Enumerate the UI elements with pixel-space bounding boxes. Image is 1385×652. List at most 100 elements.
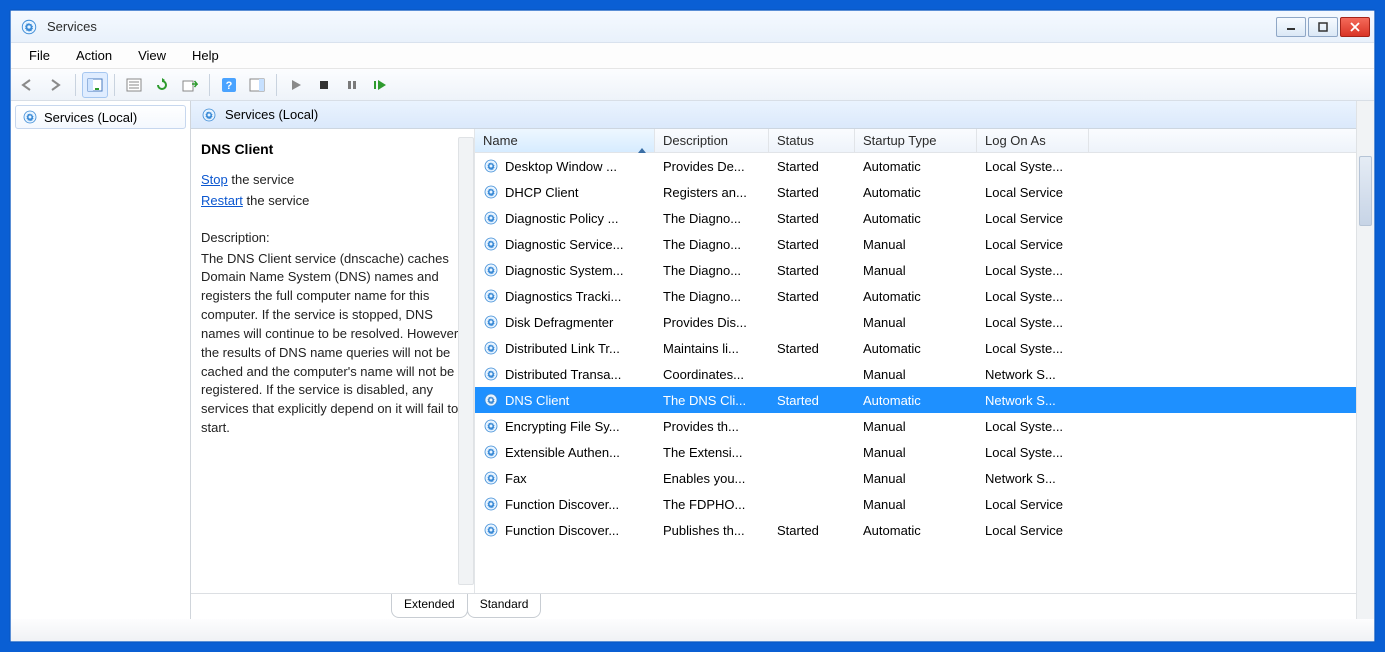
service-row[interactable]: Function Discover...Publishes th...Start… — [475, 517, 1356, 543]
service-name-cell: Diagnostic Service... — [505, 237, 624, 252]
column-label: Startup Type — [863, 133, 936, 148]
export-list-button[interactable] — [177, 72, 203, 98]
service-desc-cell: Provides Dis... — [655, 315, 769, 330]
service-row[interactable]: Diagnostics Tracki...The Diagno...Starte… — [475, 283, 1356, 309]
column-header-status[interactable]: Status — [769, 129, 855, 152]
service-startup-cell: Automatic — [855, 211, 977, 226]
service-logon-cell: Network S... — [977, 471, 1089, 486]
service-row[interactable]: Encrypting File Sy...Provides th...Manua… — [475, 413, 1356, 439]
service-startup-cell: Manual — [855, 419, 977, 434]
scrollbar-thumb[interactable] — [1359, 156, 1372, 226]
column-header-description[interactable]: Description — [655, 129, 769, 152]
detail-pane: DNS Client Stop the service Restart the … — [191, 129, 475, 593]
show-hide-tree-button[interactable] — [82, 72, 108, 98]
service-name-cell: Disk Defragmenter — [505, 315, 613, 330]
tab-extended[interactable]: Extended — [391, 594, 468, 618]
service-row[interactable]: Diagnostic Policy ...The Diagno...Starte… — [475, 205, 1356, 231]
tree-pane: Services (Local) — [11, 101, 191, 619]
forward-button[interactable] — [43, 72, 69, 98]
menu-bar: File Action View Help — [11, 43, 1374, 69]
service-startup-cell: Automatic — [855, 289, 977, 304]
restart-service-link[interactable]: Restart — [201, 193, 243, 208]
stop-service-button[interactable] — [311, 72, 337, 98]
toolbar: ? — [11, 69, 1374, 101]
column-header-name[interactable]: Name — [475, 129, 655, 152]
gear-icon — [483, 314, 499, 330]
service-name-cell: Desktop Window ... — [505, 159, 617, 174]
service-logon-cell: Local Service — [977, 497, 1089, 512]
service-startup-cell: Manual — [855, 445, 977, 460]
service-startup-cell: Automatic — [855, 185, 977, 200]
service-startup-cell: Automatic — [855, 159, 977, 174]
column-label: Description — [663, 133, 728, 148]
service-row[interactable]: Distributed Transa...Coordinates...Manua… — [475, 361, 1356, 387]
menu-action[interactable]: Action — [64, 46, 124, 65]
refresh-button[interactable] — [149, 72, 175, 98]
service-row[interactable]: DNS ClientThe DNS Cli...StartedAutomatic… — [475, 387, 1356, 413]
column-header-logon[interactable]: Log On As — [977, 129, 1089, 152]
service-status-cell: Started — [769, 263, 855, 278]
detail-scrollbar[interactable] — [458, 137, 474, 585]
service-startup-cell: Manual — [855, 237, 977, 252]
description-label: Description: — [201, 229, 464, 248]
help-button[interactable]: ? — [216, 72, 242, 98]
back-button[interactable] — [15, 72, 41, 98]
service-row[interactable]: Disk DefragmenterProvides Dis...ManualLo… — [475, 309, 1356, 335]
service-logon-cell: Local Syste... — [977, 419, 1089, 434]
tab-standard[interactable]: Standard — [467, 594, 542, 618]
service-name-cell: Distributed Link Tr... — [505, 341, 620, 356]
vertical-scrollbar[interactable] — [1356, 101, 1374, 619]
service-row[interactable]: Extensible Authen... The Extensi... Manual… — [475, 439, 1356, 465]
stop-service-link[interactable]: Stop — [201, 172, 228, 187]
service-row[interactable]: DHCP ClientRegisters an...StartedAutomat… — [475, 179, 1356, 205]
pause-service-button[interactable] — [339, 72, 365, 98]
column-header-startup[interactable]: Startup Type — [855, 129, 977, 152]
restart-service-button[interactable] — [367, 72, 393, 98]
service-desc-cell: The DNS Cli... — [655, 393, 769, 408]
service-name-cell: Extensible Authen... — [505, 445, 620, 460]
service-row[interactable]: Diagnostic System...The Diagno...Started… — [475, 257, 1356, 283]
minimize-button[interactable] — [1276, 17, 1306, 37]
service-name-cell: DHCP Client — [505, 185, 578, 200]
gear-icon — [483, 158, 499, 174]
service-name-cell: Fax — [505, 471, 527, 486]
service-status-cell: Started — [769, 237, 855, 252]
service-row[interactable]: FaxEnables you...ManualNetwork S... — [475, 465, 1356, 491]
services-pane: Services (Local) DNS Client Stop the ser… — [191, 101, 1356, 619]
gear-icon — [22, 109, 38, 125]
gear-icon — [483, 392, 499, 408]
service-logon-cell: Local Syste... — [977, 445, 1089, 460]
close-button[interactable] — [1340, 17, 1370, 37]
status-bar — [11, 619, 1374, 641]
menu-view[interactable]: View — [126, 46, 178, 65]
menu-help[interactable]: Help — [180, 46, 231, 65]
show-hide-action-pane-button[interactable] — [244, 72, 270, 98]
service-name-cell: Diagnostic System... — [505, 263, 624, 278]
gear-icon — [483, 522, 499, 538]
service-row[interactable]: Desktop Window ...Provides De...StartedA… — [475, 153, 1356, 179]
service-logon-cell: Local Syste... — [977, 289, 1089, 304]
service-row[interactable]: Function Discover...The FDPHO...ManualLo… — [475, 491, 1356, 517]
description-text: The DNS Client service (dnscache) caches… — [201, 250, 464, 438]
tree-node-services-local[interactable]: Services (Local) — [15, 105, 186, 129]
column-label: Status — [777, 133, 814, 148]
menu-file[interactable]: File — [17, 46, 62, 65]
service-status-cell: Started — [769, 341, 855, 356]
service-desc-cell: The Extensi... — [655, 445, 769, 460]
service-logon-cell: Local Syste... — [977, 341, 1089, 356]
gear-icon — [483, 340, 499, 356]
service-logon-cell: Local Service — [977, 237, 1089, 252]
service-startup-cell: Manual — [855, 497, 977, 512]
service-logon-cell: Local Service — [977, 211, 1089, 226]
service-name-cell: Function Discover... — [505, 523, 619, 538]
service-desc-cell: Publishes th... — [655, 523, 769, 538]
properties-button[interactable] — [121, 72, 147, 98]
service-row[interactable]: Diagnostic Service... The Diagno...Starte… — [475, 231, 1356, 257]
gear-icon — [483, 366, 499, 382]
column-label: Log On As — [985, 133, 1046, 148]
service-desc-cell: The Diagno... — [655, 237, 769, 252]
start-service-button[interactable] — [283, 72, 309, 98]
service-desc-cell: Enables you... — [655, 471, 769, 486]
service-row[interactable]: Distributed Link Tr...Maintains li...Sta… — [475, 335, 1356, 361]
maximize-button[interactable] — [1308, 17, 1338, 37]
